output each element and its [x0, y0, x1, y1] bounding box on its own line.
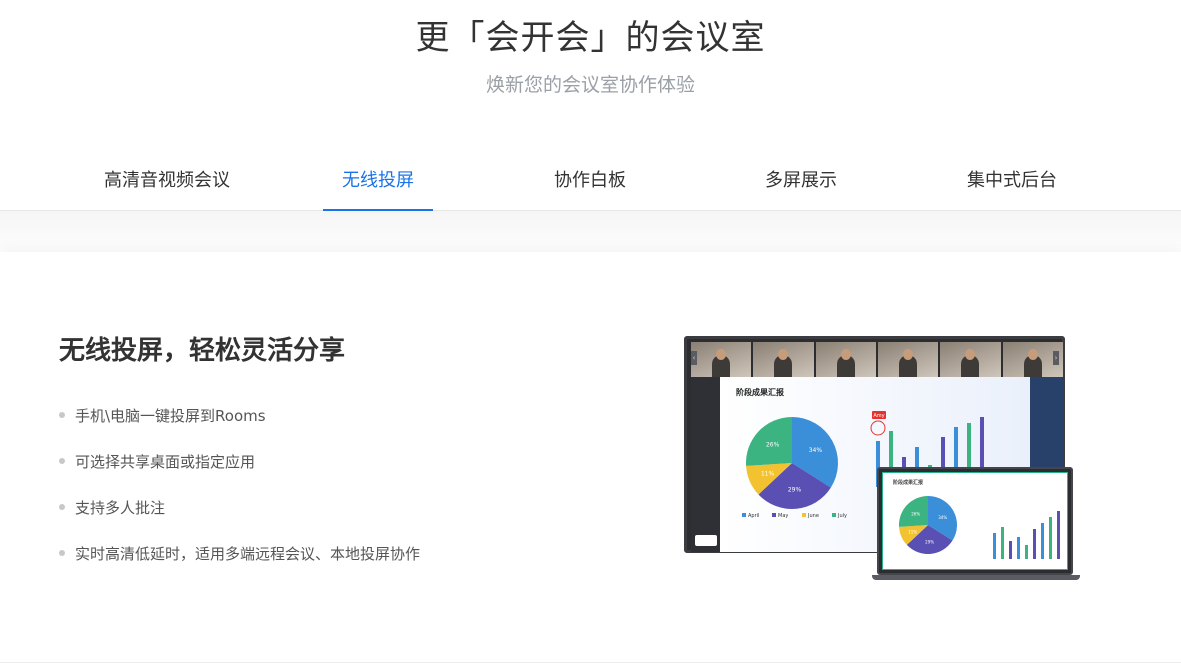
legend-swatch [802, 513, 806, 517]
video-tile [753, 342, 814, 377]
bullet-icon [59, 504, 65, 510]
video-tile [940, 342, 1001, 377]
tab-multi-screen[interactable]: 多屏展示 [726, 150, 876, 211]
bar-marks [993, 511, 1060, 559]
legend-label: May [778, 513, 788, 519]
feature-point: 实时高清低延时，适用多端远程会议、本地投屏协作 [59, 530, 420, 576]
feature-title: 无线投屏，轻松灵活分享 [59, 336, 346, 366]
bar-mark [1041, 523, 1044, 559]
legend-swatch [742, 513, 746, 517]
annotation-badge-text: Amy [873, 413, 884, 419]
bar-mark [1057, 511, 1060, 559]
bullet-icon [59, 458, 65, 464]
slide-side-left [691, 377, 720, 552]
bar-mark [1049, 517, 1052, 559]
pie-slice-label: 29% [788, 487, 802, 494]
feature-point: 手机\电脑一键投屏到Rooms [59, 392, 420, 438]
video-strip [691, 342, 1063, 377]
feature-list: 手机\电脑一键投屏到Rooms 可选择共享桌面或指定应用 支持多人批注 实时高清… [59, 392, 420, 576]
bar-mark [1017, 537, 1020, 559]
control-chip [695, 535, 717, 546]
pie-slice-label: 34% [938, 515, 947, 520]
bar-mark [1033, 529, 1036, 559]
video-tile [815, 342, 876, 377]
bar-mark [1009, 541, 1012, 559]
legend-label: June [807, 513, 819, 519]
legend-swatch [772, 513, 776, 517]
annotation-circle [870, 420, 886, 436]
hero-subtitle: 焕新您的会议室协作体验 [485, 74, 695, 96]
pie-slice-label: 11% [908, 530, 917, 535]
feature-point: 支持多人批注 [59, 484, 420, 530]
pie-slice-label: 26% [911, 512, 920, 517]
tab-wireless-casting[interactable]: 无线投屏 [303, 150, 453, 212]
chevron-right-icon: › [1053, 351, 1059, 365]
tab-whiteboard[interactable]: 协作白板 [515, 150, 665, 211]
bar-mark [1025, 545, 1028, 559]
tab-av-meeting[interactable]: 高清音视频会议 [92, 150, 242, 211]
pie-slice-label: 26% [766, 442, 780, 449]
bullet-icon [59, 550, 65, 556]
chevron-left-icon: ‹ [691, 351, 697, 365]
pie-slice-label: 29% [925, 540, 934, 545]
legend-label: April [748, 513, 759, 519]
bullet-icon [59, 412, 65, 418]
video-tile [877, 342, 939, 377]
pie-legend: April May June July [742, 513, 847, 519]
bar-mark [993, 533, 996, 559]
video-tile [691, 342, 752, 377]
feature-tabs: 高清音视频会议 无线投屏 协作白板 多屏展示 集中式后台 [0, 150, 1181, 212]
legend-swatch [832, 513, 836, 517]
pie-chart: 34% 29% 11% 26% [746, 417, 838, 509]
pie-slice-label: 34% [809, 447, 823, 454]
legend-label: July [837, 513, 847, 519]
laptop-base [872, 575, 1080, 580]
laptop-slide-chart: 34% 29% 11% 26% [899, 496, 1060, 559]
pie-chart: 34% 29% 11% 26% [899, 496, 957, 554]
laptop-display: 阶段成果汇报 34% 29% 11% 26% [877, 467, 1073, 575]
pie-slice-label: 11% [761, 471, 775, 478]
hero-title: 更「会开会」的会议室 [415, 18, 766, 58]
feature-point: 可选择共享桌面或指定应用 [59, 438, 420, 484]
tab-central-admin[interactable]: 集中式后台 [937, 150, 1087, 211]
bar-mark [1001, 527, 1004, 559]
laptop-screen: 阶段成果汇报 34% 29% 11% 26% [882, 472, 1068, 570]
casting-illustration: ‹ › 阶段成果汇报 34% 29% 11% 26% April May June July… [684, 336, 1084, 581]
